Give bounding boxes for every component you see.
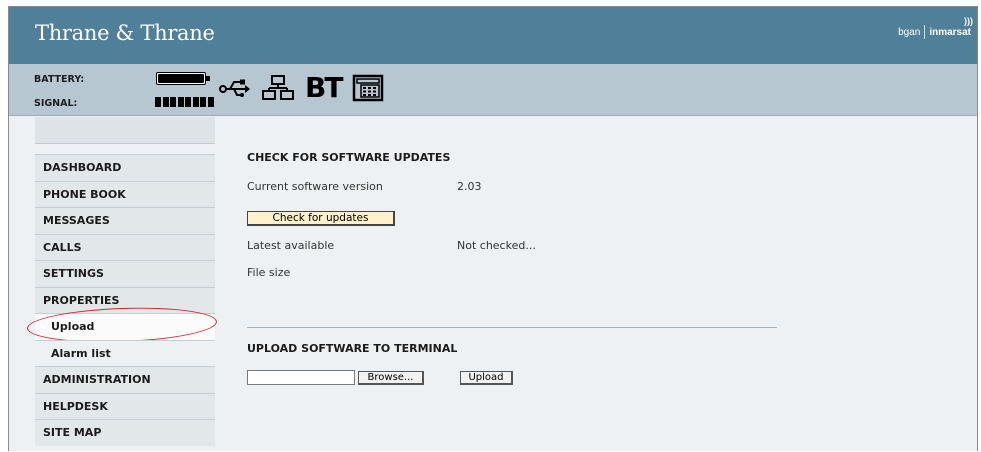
usb-icon (219, 79, 250, 97)
sidebar-nav: DASHBOARD PHONE BOOK MESSAGES CALLS SETTINGS… (26, 117, 218, 452)
partner-logo: bgan inmarsat ))) (898, 16, 973, 43)
top-banner: Thrane & Thrane bgan inmarsat ))) (9, 7, 977, 64)
signal-bar (200, 97, 206, 107)
sidebar-item-label: HELPDESK (43, 399, 108, 413)
sidebar-item-label: CALLS (43, 240, 82, 254)
bluetooth-icon: BT (305, 71, 343, 104)
signal-bar (185, 97, 191, 107)
upload-button[interactable]: Upload (460, 371, 513, 385)
signal-bar (207, 97, 214, 107)
current-version-value: 2.03 (457, 180, 482, 193)
battery-icon (156, 72, 210, 85)
check-updates-title: CHECK FOR SOFTWARE UPDATES (247, 151, 451, 164)
browse-button[interactable]: Browse... (358, 371, 424, 385)
sidebar-item-phone-book[interactable]: PHONE BOOK (35, 180, 215, 207)
sidebar-item-upload[interactable]: Upload (26, 304, 218, 346)
signal-bar (155, 97, 161, 107)
signal-waves-icon: ))) (964, 15, 973, 26)
signal-strength-icon (155, 97, 214, 107)
sidebar-item-label: DASHBOARD (43, 161, 122, 175)
sidebar-item-label: Alarm list (51, 346, 111, 360)
upload-software-title: UPLOAD SOFTWARE TO TERMINAL (247, 342, 458, 355)
sidebar-item-administration[interactable]: ADMINISTRATION (35, 366, 215, 393)
check-for-updates-button[interactable]: Check for updates (247, 211, 395, 226)
phone-icon (353, 74, 384, 102)
sidebar-item-label: PROPERTIES (43, 293, 120, 307)
sidebar-item-label: ADMINISTRATION (43, 373, 151, 387)
signal-bar (162, 97, 169, 107)
battery-label: BATTERY: (34, 74, 85, 85)
inmarsat-label: inmarsat (929, 26, 971, 38)
sidebar-item-settings[interactable]: SETTINGS (35, 260, 215, 287)
sidebar-list: DASHBOARD PHONE BOOK MESSAGES CALLS SETTINGS… (26, 154, 218, 446)
battery-fill (158, 74, 204, 83)
latest-available-label: Latest available (247, 239, 335, 252)
sidebar-item-label: PHONE BOOK (43, 187, 126, 201)
signal-bar (170, 97, 176, 107)
lan-icon (262, 75, 294, 100)
connection-icons: BT (219, 70, 384, 106)
latest-available-value: Not checked... (457, 239, 536, 252)
partner-divider (924, 25, 926, 39)
sidebar-item-site-map[interactable]: SITE MAP (35, 419, 215, 446)
sidebar-item-alarm-list[interactable]: Alarm list (35, 339, 215, 366)
signal-bar (192, 97, 199, 107)
sidebar-item-calls[interactable]: CALLS (35, 233, 215, 260)
file-size-label: File size (247, 266, 291, 279)
status-bar: BATTERY: SIGNAL: BT (9, 64, 977, 116)
sidebar-item-helpdesk[interactable]: HELPDESK (35, 392, 215, 419)
sidebar-item-label: Upload (51, 320, 95, 334)
current-version-label: Current software version (247, 180, 383, 193)
brand-logo: Thrane & Thrane (35, 21, 215, 45)
sidebar-item-label: SITE MAP (43, 426, 102, 440)
file-path-input[interactable] (247, 370, 355, 385)
sidebar-item-messages[interactable]: MESSAGES (35, 207, 215, 234)
sidebar-item-label: SETTINGS (43, 267, 104, 281)
sidebar-item-label: MESSAGES (43, 214, 110, 228)
signal-label: SIGNAL: (34, 98, 78, 109)
partner-bgan-text: bgan (898, 26, 921, 38)
sidebar-item-dashboard[interactable]: DASHBOARD (35, 154, 215, 181)
signal-bar (177, 97, 184, 107)
partner-inmarsat-text: inmarsat ))) (929, 16, 973, 38)
sidebar-header (35, 117, 215, 144)
sidebar-item-properties[interactable]: PROPERTIES (35, 286, 215, 313)
app-window: Thrane & Thrane bgan inmarsat ))) BATTER… (8, 6, 978, 451)
section-divider (247, 327, 777, 328)
